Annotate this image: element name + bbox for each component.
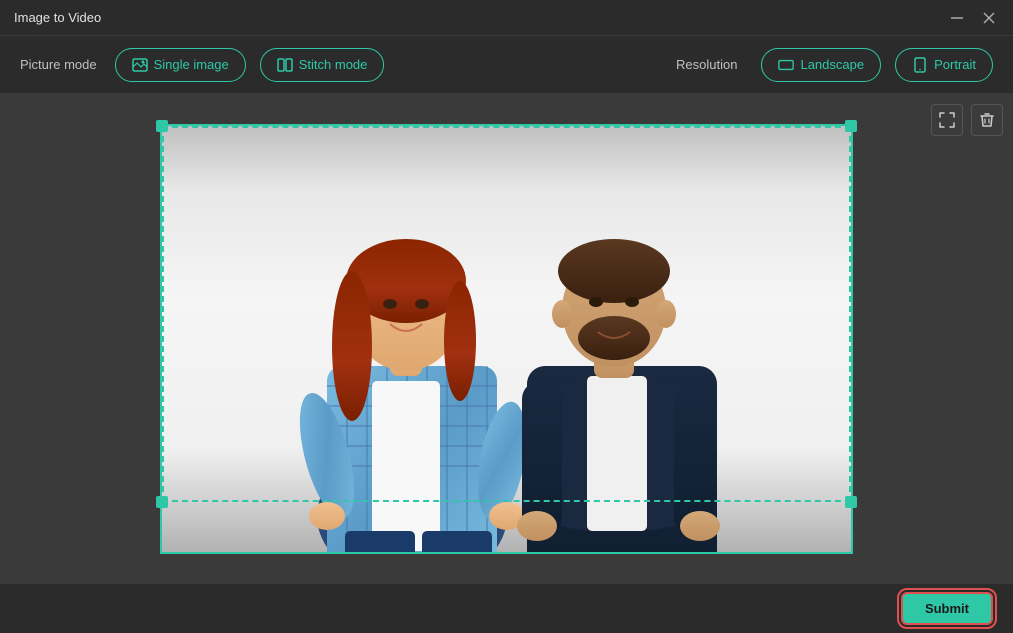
portrait-label: Portrait — [934, 57, 976, 72]
title-bar: Image to Video — [0, 0, 1013, 36]
expand-button[interactable] — [931, 104, 963, 136]
single-image-icon — [132, 57, 148, 73]
stitch-mode-icon — [277, 57, 293, 73]
photo-display — [162, 126, 851, 552]
handle-top-right[interactable] — [845, 120, 857, 132]
resolution-label: Resolution — [676, 57, 737, 72]
delete-button[interactable] — [971, 104, 1003, 136]
single-image-button[interactable]: Single image — [115, 48, 246, 82]
landscape-button[interactable]: Landscape — [761, 48, 881, 82]
handle-top-left[interactable] — [156, 120, 168, 132]
handle-bottom-left[interactable] — [156, 496, 168, 508]
image-container[interactable] — [160, 124, 853, 554]
window-title: Image to Video — [14, 10, 101, 25]
handle-bottom-right[interactable] — [845, 496, 857, 508]
bottom-bar: Submit — [0, 583, 1013, 633]
single-image-label: Single image — [154, 57, 229, 72]
landscape-icon — [778, 57, 794, 73]
minimize-button[interactable] — [947, 8, 967, 28]
title-bar-controls — [947, 8, 999, 28]
canvas-toolbar — [931, 104, 1003, 136]
close-button[interactable] — [979, 8, 999, 28]
stitch-mode-button[interactable]: Stitch mode — [260, 48, 385, 82]
landscape-label: Landscape — [800, 57, 864, 72]
canvas-area — [0, 94, 1013, 583]
toolbar: Picture mode Single image Stitch mode Re… — [0, 36, 1013, 94]
submit-button[interactable]: Submit — [901, 592, 993, 625]
portrait-button[interactable]: Portrait — [895, 48, 993, 82]
portrait-icon — [912, 57, 928, 73]
picture-mode-label: Picture mode — [20, 57, 97, 72]
stitch-mode-label: Stitch mode — [299, 57, 368, 72]
